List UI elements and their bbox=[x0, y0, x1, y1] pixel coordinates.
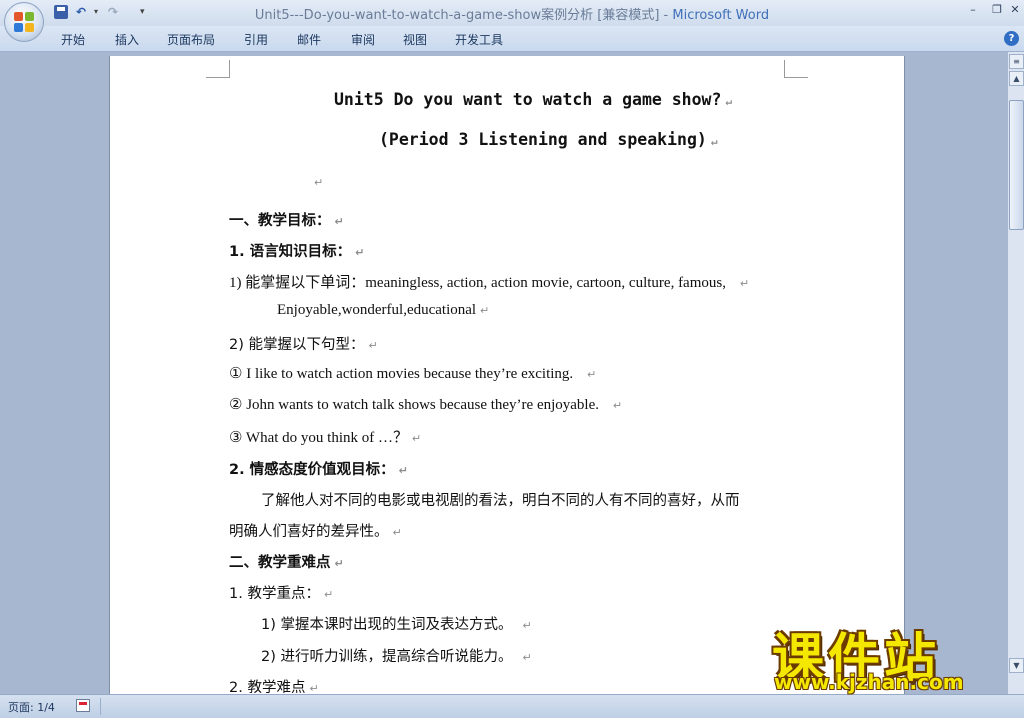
list-item-vocabulary: 1) 能掌握以下单词：meaningless, action, action m… bbox=[229, 275, 750, 291]
paragraph-emotional: 了解他人对不同的电影或电视剧的看法，明白不同的人有不同的喜好，从而 bbox=[261, 493, 740, 509]
close-button[interactable]: ✕ bbox=[1007, 3, 1023, 16]
margin-corner-mark bbox=[784, 60, 808, 78]
app-name: Microsoft Word bbox=[672, 8, 770, 23]
tab-home[interactable]: 开始 bbox=[61, 31, 85, 48]
key-point-1: 1) 掌握本课时出现的生词及表达方式。 ↵ bbox=[261, 617, 532, 633]
list-item-sentences: 2) 能掌握以下句型： ↵ bbox=[229, 337, 378, 353]
scroll-thumb[interactable] bbox=[1009, 100, 1024, 230]
office-logo-icon bbox=[14, 12, 34, 32]
key-point-2: 2) 进行听力训练，提高综合听说能力。 ↵ bbox=[261, 649, 532, 665]
margin-corner-mark bbox=[206, 60, 230, 78]
subheading-key-point: 1. 教学重点： ↵ bbox=[229, 586, 334, 602]
doc-title: Unit5 Do you want to watch a game show? ↵ bbox=[334, 90, 733, 109]
document-name: Unit5---Do-you-want-to-watch-a-game-show… bbox=[254, 8, 660, 23]
ribbon-tabs: 开始 插入 页面布局 引用 邮件 审阅 视图 开发工具 ? bbox=[0, 26, 1024, 52]
minimize-button[interactable]: – bbox=[965, 3, 981, 16]
page-counter[interactable]: 页面: 1/4 bbox=[8, 699, 55, 715]
title-bar: ↶ ▾ ↷ ▾ Unit5---Do-you-want-to-watch-a-g… bbox=[0, 0, 1024, 26]
doc-subtitle: (Period 3 Listening and speaking) ↵ bbox=[379, 130, 718, 149]
watermark-logo: 课件站 www.kjzhan.com bbox=[772, 616, 1006, 696]
scroll-up-button[interactable]: ▲ bbox=[1009, 71, 1024, 86]
document-workspace: Unit5 Do you want to watch a game show? ↵… bbox=[0, 52, 1007, 694]
tab-review[interactable]: 审阅 bbox=[351, 31, 375, 48]
sentence-pattern-1: ① I like to watch action movies because … bbox=[229, 366, 597, 382]
empty-paragraph: ↵ bbox=[314, 176, 324, 189]
tab-developer[interactable]: 开发工具 bbox=[455, 31, 503, 48]
heading-key-points: 二、教学重难点 ↵ bbox=[229, 555, 344, 571]
heading-emotional-values: 2. 情感态度价值观目标： ↵ bbox=[229, 462, 408, 478]
scroll-down-button[interactable]: ▼ bbox=[1009, 658, 1024, 673]
tab-mailings[interactable]: 邮件 bbox=[297, 31, 321, 48]
view-ruler-toggle-icon[interactable]: ≡ bbox=[1009, 54, 1024, 69]
window-title: Unit5---Do-you-want-to-watch-a-game-show… bbox=[254, 8, 770, 23]
subheading-difficult-point: 2. 教学难点 ↵ bbox=[229, 680, 319, 694]
sentence-pattern-3: ③ What do you think of …？ ↵ bbox=[229, 430, 422, 446]
restore-button[interactable]: ❐ bbox=[989, 3, 1005, 16]
vertical-scrollbar[interactable]: ≡ ▲ ▼ bbox=[1007, 52, 1024, 694]
tab-view[interactable]: 视图 bbox=[403, 31, 427, 48]
status-bar: 页面: 1/4 bbox=[0, 694, 1024, 718]
proofing-icon[interactable] bbox=[76, 699, 90, 712]
status-divider bbox=[100, 698, 101, 715]
tab-page-layout[interactable]: 页面布局 bbox=[167, 31, 215, 48]
tab-references[interactable]: 引用 bbox=[244, 31, 268, 48]
list-item-vocabulary-cont: Enjoyable,wonderful,educational ↵ bbox=[277, 302, 490, 318]
tab-insert[interactable]: 插入 bbox=[115, 31, 139, 48]
heading-teaching-objectives: 一、教学目标： ↵ bbox=[229, 213, 344, 229]
paragraph-emotional-cont: 明确人们喜好的差异性。 ↵ bbox=[229, 524, 402, 540]
office-button[interactable] bbox=[4, 2, 44, 42]
help-icon[interactable]: ? bbox=[1004, 31, 1019, 46]
watermark-url: www.kjzhan.com bbox=[774, 670, 964, 694]
document-page[interactable]: Unit5 Do you want to watch a game show? ↵… bbox=[109, 56, 905, 694]
heading-language-knowledge: 1. 语言知识目标： ↵ bbox=[229, 244, 365, 260]
sentence-pattern-2: ② John wants to watch talk shows because… bbox=[229, 397, 623, 413]
